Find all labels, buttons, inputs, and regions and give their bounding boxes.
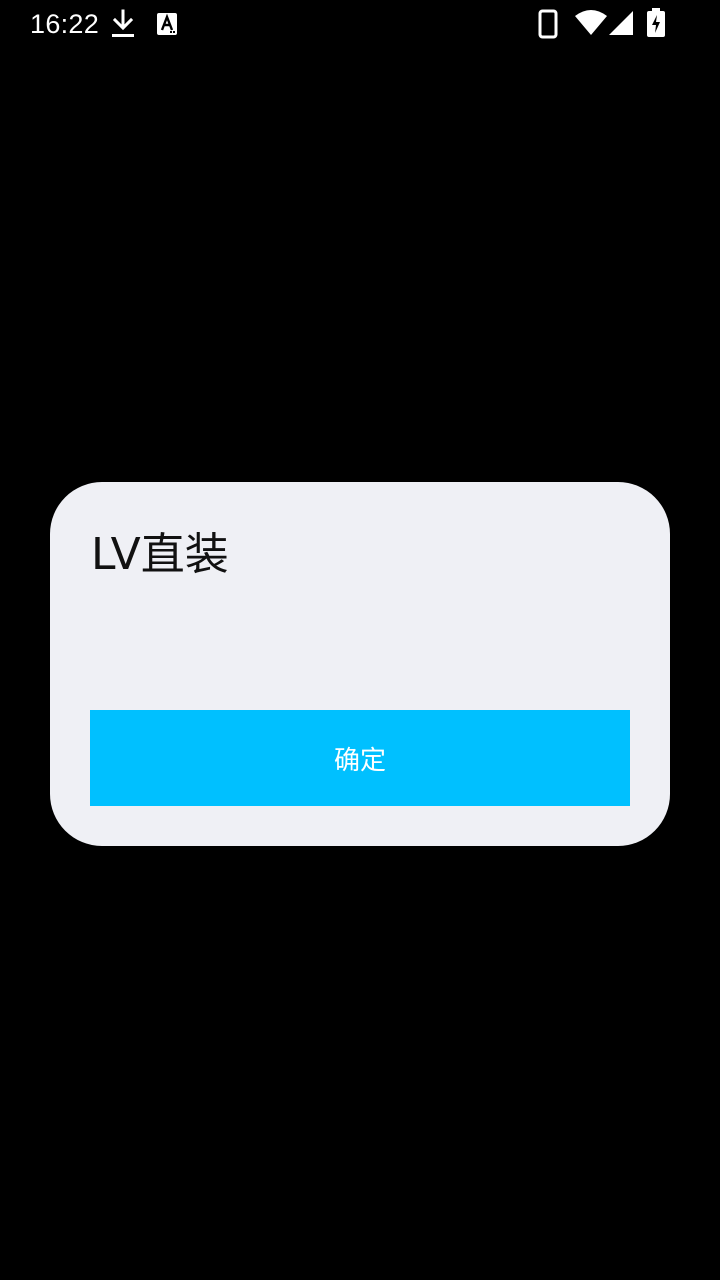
battery-charging-icon [647,8,665,37]
screen: 16:22 LV直装 确定 [0,0,720,1280]
download-icon [112,9,134,37]
confirm-button[interactable]: 确定 [90,710,630,806]
phone-icon [538,9,558,39]
dialog-title: LV直装 [91,529,229,580]
wifi-icon [575,10,607,35]
signal-icon [609,11,633,35]
dialog: LV直装 确定 [50,482,670,846]
status-time: 16:22 [30,9,100,39]
text-a-icon [157,13,177,35]
status-bar: 16:22 [0,0,720,48]
